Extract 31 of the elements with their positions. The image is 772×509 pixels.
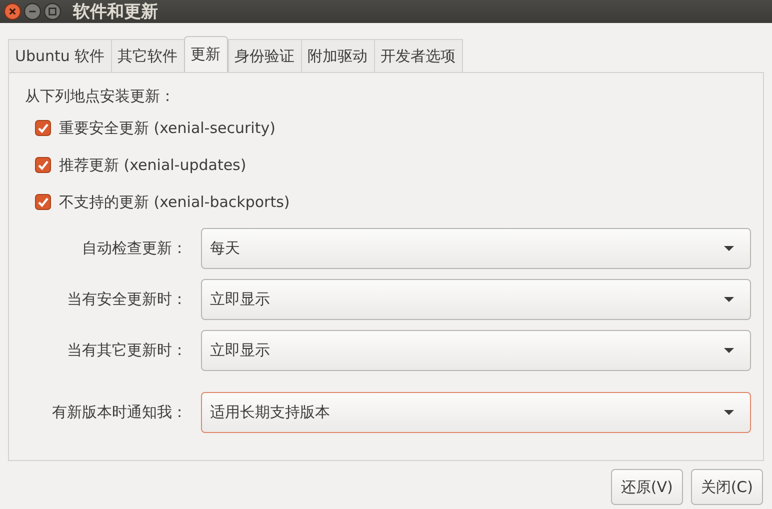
maximize-icon[interactable] [44,3,61,20]
tab[interactable]: Ubuntu 软件 [8,39,111,72]
setting-label: 自动检查更新： [81,239,188,258]
tab[interactable]: 身份验证 [228,39,301,72]
close-icon[interactable] [4,3,21,20]
dropdown[interactable]: 适用长期支持版本 [201,392,751,433]
dialog-button[interactable]: 还原(V) [610,469,683,505]
checkbox-option[interactable]: 推荐更新 (xenial-updates) [35,154,751,176]
checkbox-option[interactable]: 重要安全更新 (xenial-security) [35,117,751,139]
tab[interactable]: 开发者选项 [374,39,463,72]
minimize-icon[interactable] [24,3,41,20]
dialog-button[interactable]: 关闭(C) [690,469,763,505]
window-title: 软件和更新 [73,1,158,23]
dropdown[interactable]: 每天 [201,228,751,269]
caret-icon [724,348,734,354]
tab[interactable]: 附加驱动 [300,39,374,72]
checkbox[interactable] [35,157,51,173]
checkbox[interactable] [35,120,51,136]
checkbox-option[interactable]: 不支持的更新 (xenial-backports) [35,191,751,213]
caret-icon [724,246,734,252]
dropdown[interactable]: 立即显示 [201,279,751,320]
caret-icon [724,410,734,416]
setting-label: 当有安全更新时： [66,290,188,309]
caret-icon [724,296,734,302]
setting-label: 有新版本时通知我： [51,403,188,422]
tab[interactable]: 更新 [184,36,228,72]
tab[interactable]: 其它软件 [110,39,184,72]
section-heading: 从下列地点安装更新： [25,87,176,106]
dropdown[interactable]: 立即显示 [201,330,751,371]
setting-label: 当有其它更新时： [66,341,188,360]
checkbox[interactable] [35,194,51,210]
